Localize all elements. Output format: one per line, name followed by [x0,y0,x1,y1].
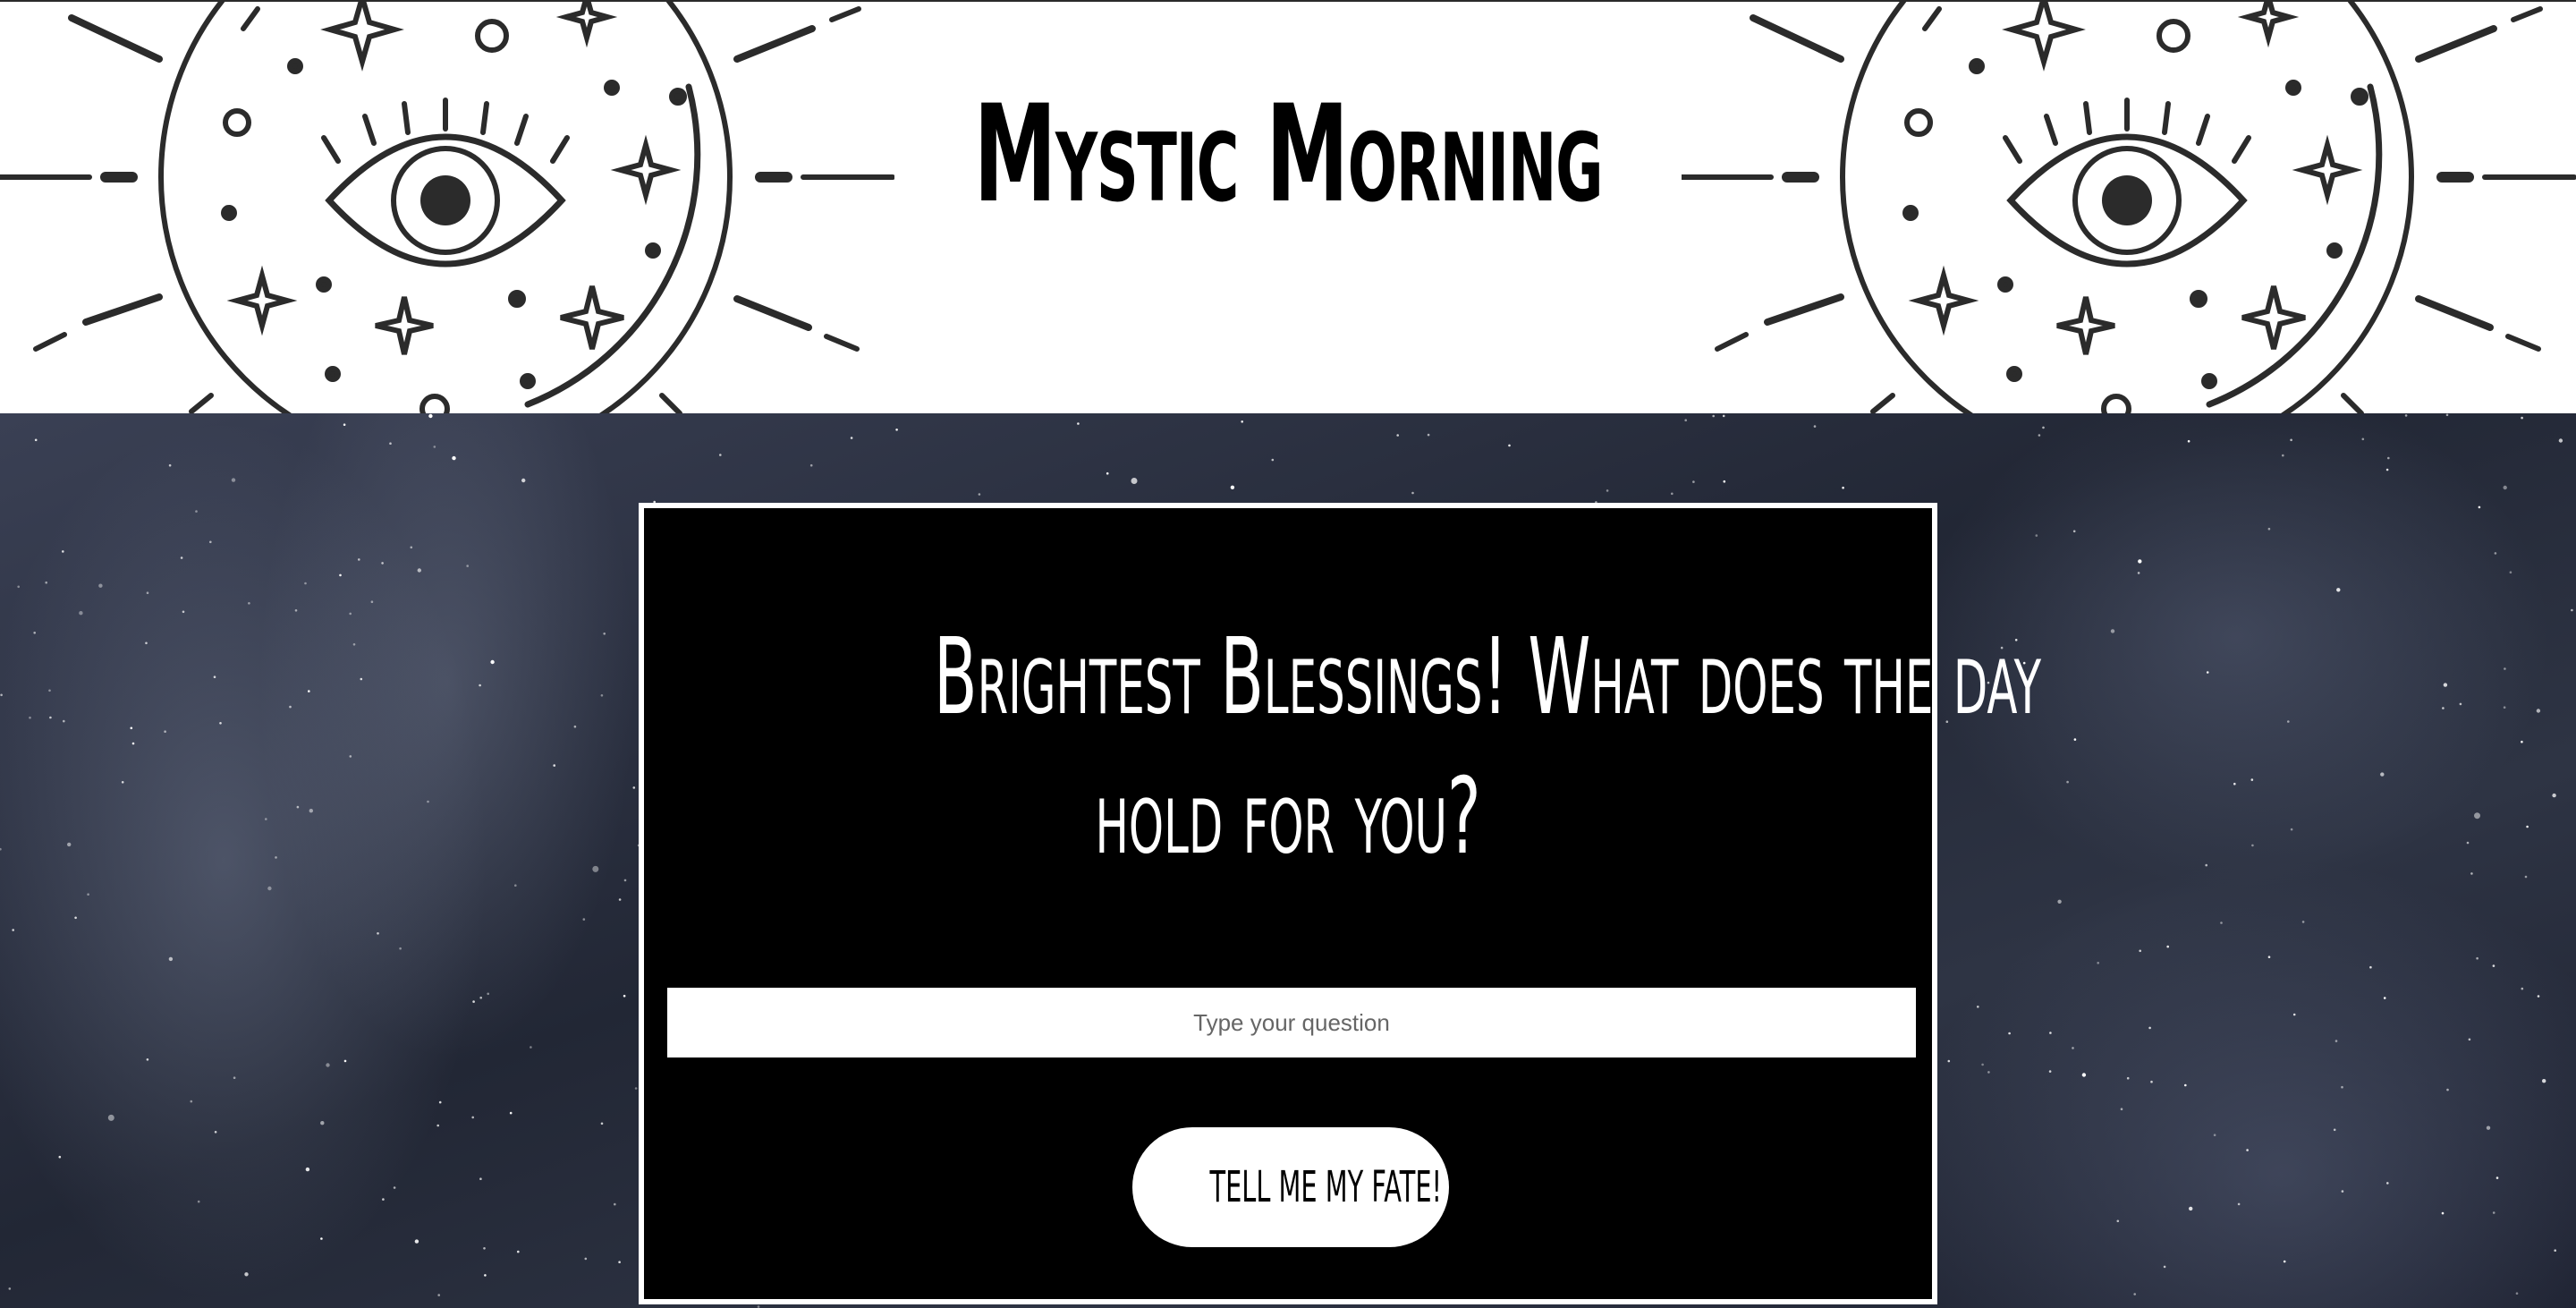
card-heading: Brightest Blessings! What does the day h… [934,607,2041,886]
tell-my-fate-button-label: TELL ME MY FATE! [1209,1162,1443,1212]
fortune-card: Brightest Blessings! What does the day h… [639,503,2041,1304]
question-input[interactable] [667,988,1916,1057]
card-heading-line-2: hold for you? [1095,754,1481,878]
site-header: Mystic Morning [0,0,2576,413]
site-title: Mystic Morning [973,77,1604,233]
tell-my-fate-button[interactable]: TELL ME MY FATE! [1132,1127,1449,1247]
card-heading-line-1: Brightest Blessings! What does the day [934,615,2041,738]
